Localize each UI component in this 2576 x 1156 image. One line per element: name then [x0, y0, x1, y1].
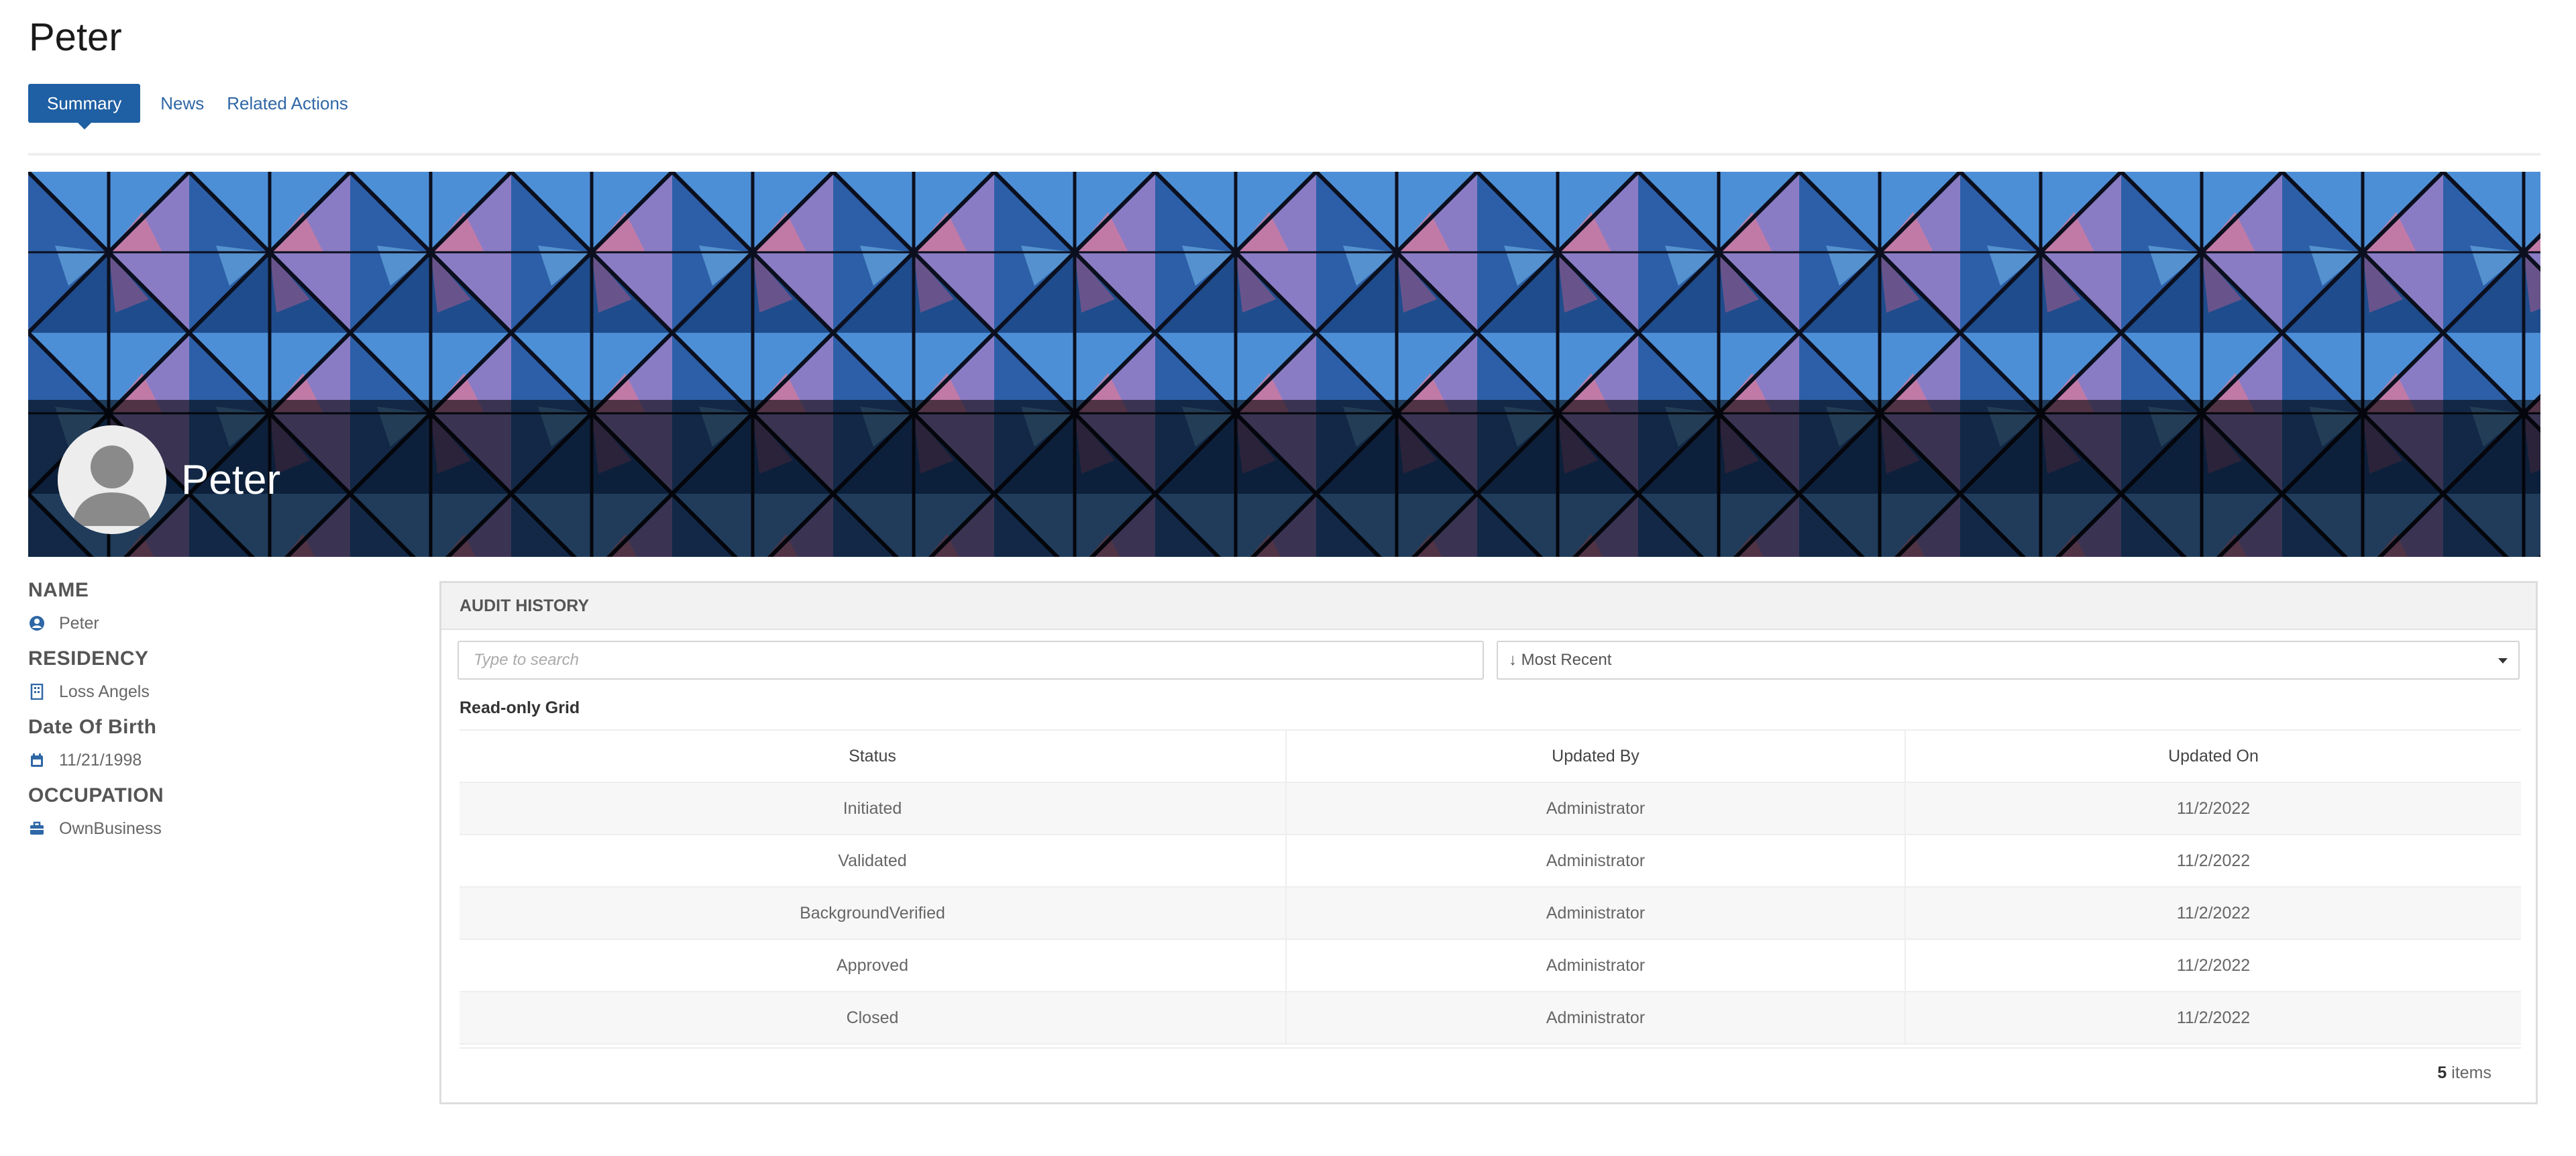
grid-label: Read-only Grid [460, 698, 580, 717]
tab-summary[interactable]: Summary [28, 84, 141, 129]
tab-news[interactable]: News [160, 84, 204, 123]
occupation-value: OwnBusiness [59, 819, 162, 838]
column-header-status[interactable]: Status [460, 729, 1287, 783]
search-input[interactable] [458, 641, 1484, 680]
sort-dropdown[interactable]: ↓ Most Recent [1497, 641, 2520, 680]
cell-updated-on: 11/2/2022 [1905, 835, 2521, 888]
field-label-residency: RESIDENCY [28, 647, 149, 670]
cell-status: Initiated [460, 782, 1287, 835]
page-title: Peter [29, 15, 122, 59]
tab-related-actions[interactable]: Related Actions [227, 84, 348, 123]
grid-footer: 5 items [460, 1047, 2521, 1096]
cell-updated-by: Administrator [1286, 782, 1906, 835]
field-value-residency: Loss Angels [28, 678, 404, 706]
field-value-occupation: OwnBusiness [28, 815, 404, 843]
sort-dropdown-value: ↓ Most Recent [1509, 651, 1612, 669]
cell-updated-by: Administrator [1286, 887, 1906, 940]
record-page: Peter Summary News Related Actions Peter… [0, 0, 2576, 1156]
profile-details: NAME Peter RESIDENCY Loss Angels Date Of… [28, 577, 404, 843]
tab-bar: Summary News Related Actions [28, 83, 371, 129]
tabs-divider [28, 153, 2540, 156]
banner-name: Peter [181, 457, 281, 503]
table-row: Closed Administrator 11/2/2022 [460, 992, 2521, 1045]
table-row: Validated Administrator 11/2/2022 [460, 835, 2521, 888]
items-label: items [2451, 1063, 2491, 1082]
cell-status: Approved [460, 939, 1287, 992]
cell-updated-by: Administrator [1286, 992, 1906, 1045]
cell-status: Validated [460, 835, 1287, 888]
field-value-name: Peter [28, 609, 404, 637]
cell-status: BackgroundVerified [460, 887, 1287, 940]
table-row: Initiated Administrator 11/2/2022 [460, 782, 2521, 835]
field-value-date-of-birth: 11/21/1998 [28, 746, 404, 774]
field-label-occupation: OCCUPATION [28, 784, 164, 806]
field-label-name: NAME [28, 579, 89, 601]
grid-header-row: Status Updated By Updated On [460, 729, 2521, 783]
cell-updated-on: 11/2/2022 [1905, 992, 2521, 1045]
audit-grid: Status Updated By Updated On Initiated A… [460, 729, 2521, 1045]
cell-status: Closed [460, 992, 1287, 1045]
cell-updated-by: Administrator [1286, 835, 1906, 888]
cell-updated-on: 11/2/2022 [1905, 887, 2521, 940]
cell-updated-on: 11/2/2022 [1905, 782, 2521, 835]
calendar-icon [28, 751, 46, 769]
audit-history-header: AUDIT HISTORY [441, 583, 2536, 630]
chevron-down-icon [2498, 658, 2508, 664]
audit-history-panel: AUDIT HISTORY ↓ Most Recent Read-only Gr… [439, 581, 2538, 1104]
banner-overlay [28, 400, 2540, 557]
table-row: Approved Administrator 11/2/2022 [460, 939, 2521, 992]
column-header-updated-on[interactable]: Updated On [1905, 729, 2521, 783]
user-silhouette-icon [58, 425, 166, 534]
user-icon [28, 615, 46, 632]
cell-updated-by: Administrator [1286, 939, 1906, 992]
briefcase-icon [28, 820, 46, 837]
name-value: Peter [59, 613, 99, 633]
profile-banner: Peter [28, 172, 2540, 557]
field-label-date-of-birth: Date Of Birth [28, 716, 157, 738]
date-of-birth-value: 11/21/1998 [59, 750, 142, 770]
building-icon [28, 683, 46, 700]
column-header-updated-by[interactable]: Updated By [1286, 729, 1906, 783]
cell-updated-on: 11/2/2022 [1905, 939, 2521, 992]
residency-value: Loss Angels [59, 682, 150, 701]
table-row: BackgroundVerified Administrator 11/2/20… [460, 887, 2521, 940]
items-count: 5 [2437, 1063, 2447, 1082]
avatar [58, 425, 166, 534]
